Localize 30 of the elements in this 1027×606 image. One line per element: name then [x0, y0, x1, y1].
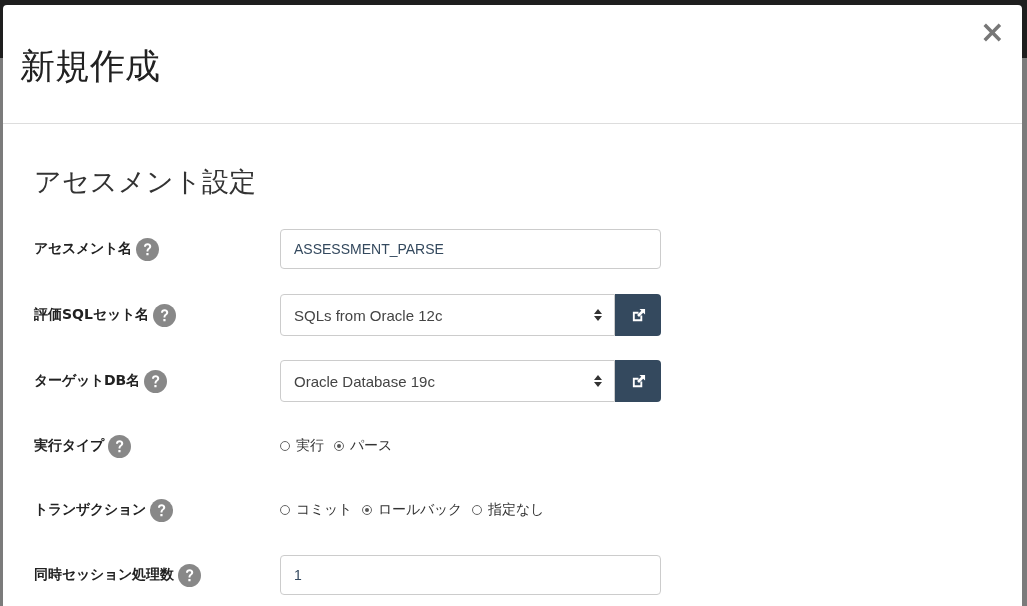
- close-button[interactable]: ×: [979, 17, 1005, 47]
- help-icon[interactable]: [144, 369, 168, 393]
- help-icon[interactable]: [136, 237, 159, 261]
- help-icon[interactable]: [152, 303, 176, 327]
- external-link-button[interactable]: [615, 294, 661, 337]
- sort-caret-icon: [594, 309, 602, 322]
- dialog-title: 新規作成: [20, 45, 161, 87]
- text-field[interactable]: ASSESSMENT_PARSE: [280, 229, 661, 270]
- radio-option[interactable]: コミット: [280, 501, 352, 520]
- field-label: 評価SQLセット名: [34, 306, 149, 325]
- field-label: 同時セッション処理数: [34, 566, 174, 585]
- external-link-button[interactable]: [615, 360, 661, 403]
- field-label: ターゲットDB名: [34, 372, 141, 391]
- field-label: アセスメント名: [34, 240, 132, 259]
- help-icon[interactable]: [150, 498, 173, 522]
- sort-caret-icon: [594, 375, 602, 388]
- external-link-icon: [630, 307, 646, 323]
- select-field[interactable]: Oracle Database 19c: [280, 360, 615, 403]
- field-label: 実行タイプ: [34, 437, 104, 456]
- section-title: アセスメント設定: [34, 165, 257, 199]
- text-field[interactable]: 1: [280, 555, 661, 596]
- help-icon[interactable]: [108, 434, 131, 458]
- radio-option[interactable]: ロールバック: [362, 501, 462, 520]
- external-link-icon: [630, 373, 646, 389]
- radio-option[interactable]: 実行: [280, 437, 324, 456]
- radio-option[interactable]: 指定なし: [472, 501, 544, 520]
- field-label: トランザクション: [34, 501, 146, 520]
- help-icon[interactable]: [178, 563, 201, 587]
- radio-option[interactable]: パース: [334, 437, 392, 456]
- select-field[interactable]: SQLs from Oracle 12c: [280, 294, 615, 337]
